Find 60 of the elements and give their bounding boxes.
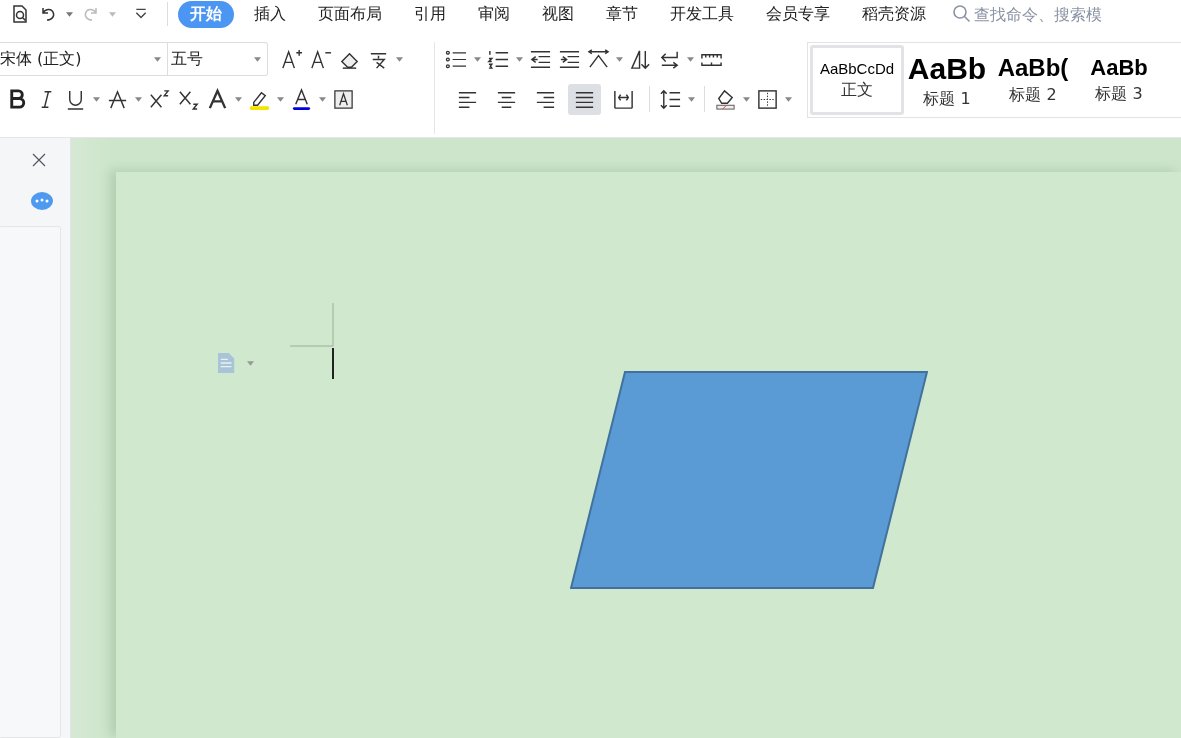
caret-icon[interactable] [66,11,73,17]
style-label: 正文 [841,79,873,101]
grow-font-icon[interactable] [280,47,303,71]
character-border-icon[interactable] [332,87,355,111]
caret-icon[interactable] [135,96,142,102]
style-label: 标题 1 [923,88,971,110]
caret-icon[interactable] [474,56,481,62]
caret-icon[interactable] [688,96,695,102]
style-preview: AaBb( [997,54,1069,83]
customize-menu-icon[interactable] [134,7,148,21]
font-size-dropdown[interactable]: 五号 [168,42,268,76]
menu-tab[interactable]: 引用 [402,0,458,28]
superscript-icon[interactable] [148,87,171,111]
caret-icon[interactable] [785,96,792,102]
menu-tab[interactable]: 视图 [530,0,586,28]
chat-bubble-icon[interactable] [31,192,53,210]
menu-tab[interactable]: 会员专享 [754,0,842,28]
menu-tab[interactable]: 插入 [242,0,298,28]
borders-icon[interactable] [756,87,779,111]
close-icon[interactable] [32,153,46,167]
caret-icon[interactable] [616,56,623,62]
style-preview: AaBb [907,50,987,87]
caret-icon[interactable] [319,96,326,102]
caret-icon[interactable] [277,96,284,102]
caret-icon[interactable] [516,56,523,62]
style-preview: AaBbCcDd [819,59,895,78]
style-option[interactable]: AaBb( 标题 2 [990,45,1076,115]
print-preview-icon[interactable] [10,4,30,24]
font-color-icon[interactable] [290,87,313,111]
caret-icon[interactable] [93,96,100,102]
text-cursor [332,348,334,379]
text-effect-icon[interactable] [206,87,229,111]
text-direction-icon[interactable] [587,47,610,71]
menu-tab[interactable]: 审阅 [466,0,522,28]
style-preview: AaBb [1090,55,1148,82]
parallelogram-shape[interactable] [570,371,928,589]
style-label: 标题 2 [1009,84,1057,106]
strikethrough-icon[interactable] [106,87,129,111]
caret-icon [254,56,261,62]
caret-icon[interactable] [743,96,750,102]
alignment-button[interactable] [568,83,601,115]
style-label: 标题 3 [1095,83,1143,105]
margin-corner-mark [290,303,334,347]
style-option[interactable]: AaBb 标题 3 [1076,45,1162,115]
shrink-font-icon[interactable] [309,47,332,71]
caret-icon [154,56,161,62]
search-field[interactable]: 查找命令、搜索模 [952,4,1181,24]
caret-icon[interactable] [687,56,694,62]
style-option[interactable]: AaBbCcDd 正文 [810,45,904,115]
line-spacing-icon[interactable] [659,87,682,111]
shading-icon[interactable] [714,87,737,111]
style-option[interactable]: AaBb 标题 1 [904,45,990,115]
caret-icon[interactable] [396,56,403,62]
font-family-dropdown[interactable]: 宋体 (正文) [0,42,168,76]
caret-icon[interactable] [235,96,242,102]
menu-tab[interactable]: 开发工具 [658,0,746,28]
menu-tab[interactable]: 章节 [594,0,650,28]
menu-tab[interactable]: 稻壳资源 [850,0,938,28]
menu-tab[interactable]: 页面布局 [306,0,394,28]
search-icon [952,4,972,24]
